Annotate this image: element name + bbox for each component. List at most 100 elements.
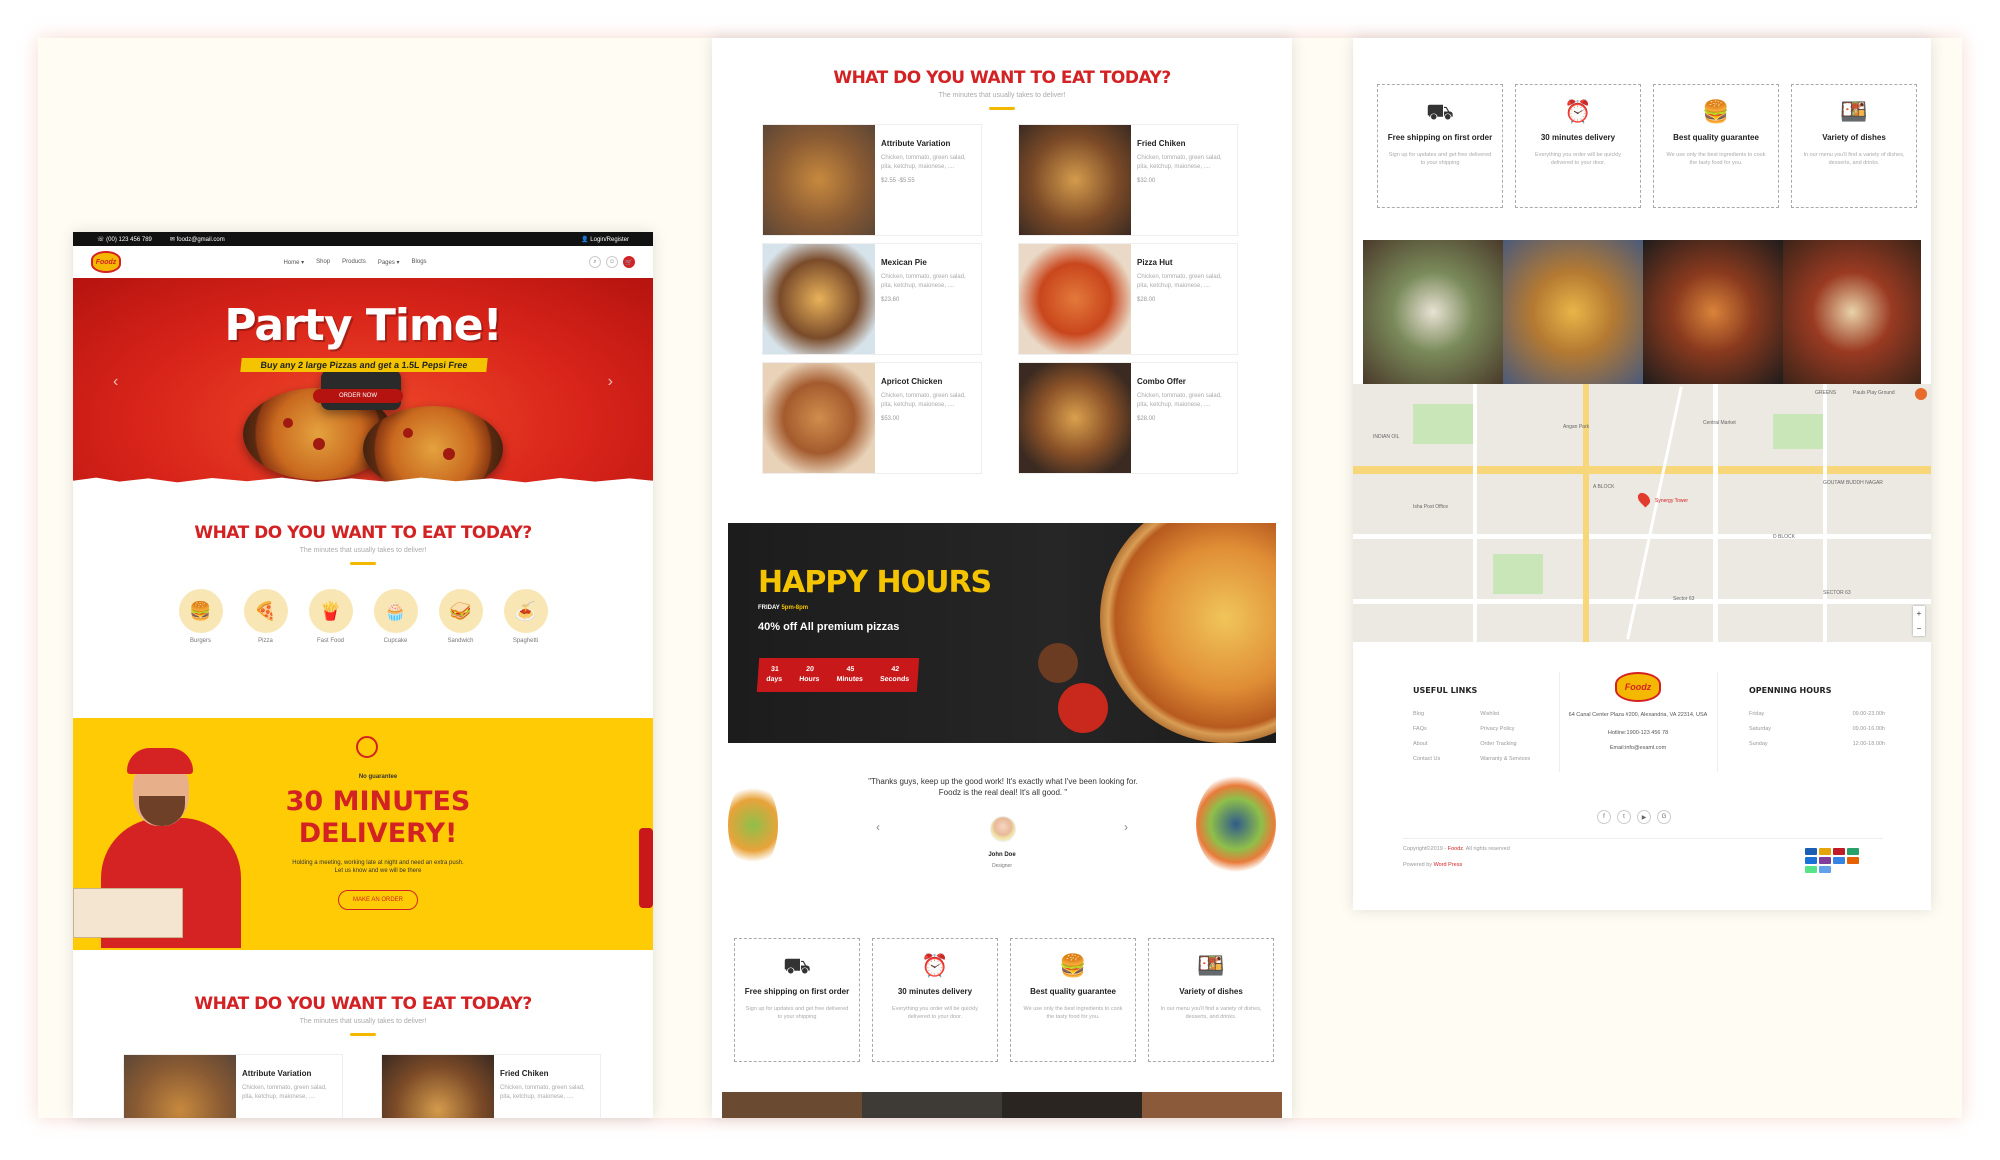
product-card[interactable]: Attribute Variation Chicken, tommato, gre… <box>123 1054 343 1118</box>
footer-hotline: Hotline:1900-123 456 78 <box>1607 730 1669 736</box>
footer-logo[interactable]: Foodz <box>1615 672 1661 702</box>
footer-address: 64 Canal Center Plaza #200, Alexandria, … <box>1568 712 1708 718</box>
footer-link[interactable]: Privacy Policy <box>1480 722 1530 737</box>
pizza-image <box>1100 523 1276 743</box>
facebook-icon[interactable]: f <box>1597 810 1611 824</box>
happy-hours-banner: HAPPY HOURS FRIDAY 5pm-8pm 40% off All p… <box>728 523 1276 743</box>
happy-hours-time: FRIDAY 5pm-8pm <box>758 605 809 611</box>
homepage-preview: ☏ (00) 123 456 789 ✉ foodz@gmail.com 👤 L… <box>73 232 653 1118</box>
category-sandwich[interactable]: 🥪 Sandwich <box>438 589 483 644</box>
section-title: WHAT DO YOU WANT TO EAT TODAY? <box>194 994 532 1014</box>
payment-card-icon <box>1805 857 1817 864</box>
section-subtitle: The minutes that usually takes to delive… <box>938 92 1066 99</box>
category-pizza[interactable]: 🍕 Pizza <box>243 589 288 644</box>
product-image <box>124 1055 236 1118</box>
category-burgers[interactable]: 🍔 Burgers <box>178 589 223 644</box>
feature-card: ⏰ 30 minutes delivery Everything you order… <box>872 938 998 1062</box>
features-row: ⛟ Free shipping on first order Sign up for… <box>1377 84 1917 208</box>
payment-card-icon <box>1819 857 1831 864</box>
site-logo[interactable]: Foodz <box>91 251 121 273</box>
countdown-timer: 31 days 20 Hours 45 Minutes 42 Seconds <box>756 658 920 692</box>
user-icon[interactable]: ☺ <box>605 256 618 268</box>
footer-link[interactable]: Blog <box>1413 707 1440 722</box>
twitter-icon[interactable]: t <box>1617 810 1631 824</box>
payment-card-icon <box>1847 848 1859 855</box>
product-card[interactable]: Mexican Pie Chicken, tommato, green salad… <box>762 243 982 355</box>
product-card[interactable]: Apricot Chicken Chicken, tommato, green s… <box>762 362 982 474</box>
nav-products[interactable]: Products <box>342 259 366 266</box>
navbar: Foodz Home ▾ Shop Products Pages ▾ Blogs… <box>73 246 653 278</box>
product-card[interactable]: Pizza Hut Chicken, tommato, green salad, … <box>1018 243 1238 355</box>
footer-page-preview: ⛟ Free shipping on first order Sign up for… <box>1353 38 1931 910</box>
photo-gallery <box>1363 240 1921 384</box>
location-map[interactable]: GREENS Central Market Pauls Play Ground … <box>1353 384 1931 642</box>
product-card[interactable]: Combo Offer Chicken, tommato, green salad… <box>1018 362 1238 474</box>
delivery-man-icon: ⛟ <box>1426 99 1454 124</box>
order-now-button[interactable]: ORDER NOW <box>313 389 403 403</box>
product-image <box>763 363 875 473</box>
product-image <box>1019 244 1131 354</box>
footer-link[interactable]: Order Tracking <box>1480 737 1530 752</box>
delivery-promo-banner: No guarantee 30 MINUTES DELIVERY! Holding… <box>73 718 653 950</box>
promo-description: Holding a meeting, working late at night… <box>292 859 464 875</box>
product-card[interactable]: Fried Chiken Chicken, tommato, green sala… <box>1018 124 1238 236</box>
feature-card: 🍱 Variety of dishes In our menu you'll fin… <box>1148 938 1274 1062</box>
avatar <box>990 816 1016 842</box>
payment-card-icon <box>1833 857 1845 864</box>
category-list: 🍔 Burgers 🍕 Pizza 🍟 Fast Food 🧁 Cupcake 🥪 San… <box>73 589 653 644</box>
hero-slider: ‹ › Party Time! Buy any 2 large Pizzas a… <box>73 278 653 483</box>
make-an-order-button[interactable]: MAKE AN ORDER <box>337 889 418 910</box>
pizza-boxes-image <box>73 888 183 938</box>
section-subtitle: The minutes that usually takes to delive… <box>299 1018 427 1025</box>
pizza-image <box>363 406 503 483</box>
nav-shop[interactable]: Shop <box>316 259 330 266</box>
category-spaghetti[interactable]: 🍝 Spaghetti <box>503 589 548 644</box>
stopwatch-icon <box>356 736 378 758</box>
footer-link[interactable]: Warranty & Services <box>1480 752 1530 767</box>
dishes-icon: 🍱 <box>1197 953 1225 978</box>
footer-link[interactable]: About <box>1413 737 1440 752</box>
youtube-icon[interactable]: ▶ <box>1637 810 1651 824</box>
gallery-photo[interactable] <box>1363 240 1503 384</box>
email-text: ✉ foodz@gmail.com <box>169 236 225 243</box>
cart-icon[interactable]: 🛒 <box>622 256 635 268</box>
hero-title: Party Time! <box>224 300 502 351</box>
testimonial-role: Designer <box>991 863 1012 869</box>
footer-link[interactable]: Wishlist <box>1480 707 1530 722</box>
gallery-photo[interactable] <box>1783 240 1921 384</box>
fries-icon: 🍟 <box>308 589 353 633</box>
burger-icon: 🍔 <box>1059 953 1087 978</box>
gallery-photo[interactable] <box>1643 240 1783 384</box>
map-pin-icon[interactable] <box>1635 490 1653 508</box>
login-link[interactable]: 👤 Login/Register <box>581 236 629 243</box>
section-subtitle: The minutes that usually takes to delive… <box>299 547 427 554</box>
burger-icon: 🍔 <box>1702 99 1730 124</box>
map-zoom-control[interactable]: + − <box>1913 606 1925 636</box>
payment-card-icon <box>1847 857 1859 864</box>
phone-text: ☏ (00) 123 456 789 <box>97 236 152 243</box>
dishes-icon: 🍱 <box>1840 99 1868 124</box>
testimonial-next-icon[interactable]: › <box>1124 820 1128 834</box>
pizza-icon: 🍕 <box>243 589 288 633</box>
category-fast-food[interactable]: 🍟 Fast Food <box>308 589 353 644</box>
opening-hours-heading: OPENNING HOURS <box>1749 686 1832 695</box>
gallery-photo[interactable] <box>1503 240 1643 384</box>
search-icon[interactable]: ⌕ <box>588 256 601 268</box>
nav-home[interactable]: Home ▾ <box>283 259 304 266</box>
powered-by-text: Powered by Word Press <box>1403 862 1463 868</box>
product-image <box>763 244 875 354</box>
slider-next-icon[interactable]: › <box>608 373 613 391</box>
slider-prev-icon[interactable]: ‹ <box>113 373 118 391</box>
category-cupcake[interactable]: 🧁 Cupcake <box>373 589 418 644</box>
promo-heading: 30 MINUTES DELIVERY! <box>285 786 471 850</box>
footer-link[interactable]: FAQs <box>1413 722 1440 737</box>
nav-blogs[interactable]: Blogs <box>412 259 427 266</box>
testimonial-quote: "Thanks guys, keep up the good work! It'… <box>868 777 1138 798</box>
nav-pages[interactable]: Pages ▾ <box>378 259 400 266</box>
product-card[interactable]: Attribute Variation Chicken, tommato, gre… <box>762 124 982 236</box>
testimonial-prev-icon[interactable]: ‹ <box>876 820 880 834</box>
payment-card-icon <box>1833 848 1845 855</box>
footer-link[interactable]: Contact Us <box>1413 752 1440 767</box>
product-card[interactable]: Fried Chiken Chicken, tommato, green sala… <box>381 1054 601 1118</box>
google-icon[interactable]: G <box>1657 810 1671 824</box>
